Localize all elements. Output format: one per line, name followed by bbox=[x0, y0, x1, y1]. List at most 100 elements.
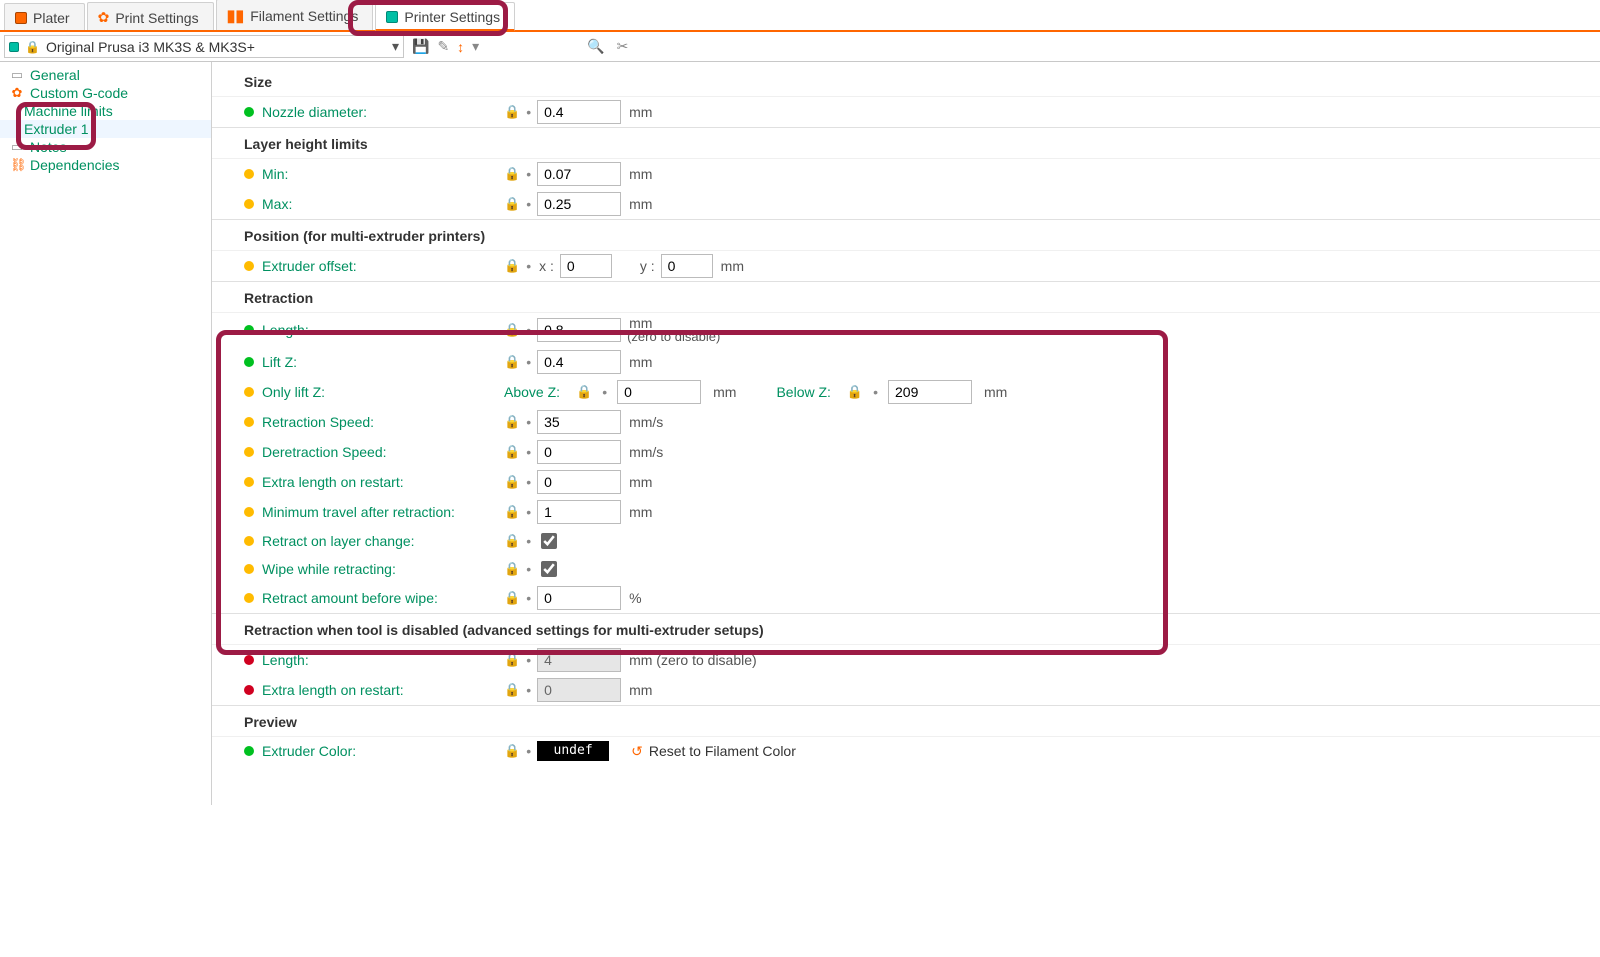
status-dot bbox=[244, 507, 254, 517]
reset-dot[interactable]: • bbox=[526, 682, 531, 698]
compare-preset-icon[interactable]: ↕ bbox=[457, 39, 464, 55]
group-header-preview: Preview bbox=[212, 705, 1600, 737]
reset-dot[interactable]: • bbox=[526, 166, 531, 182]
reset-dot[interactable]: • bbox=[526, 504, 531, 520]
field-label: Length: bbox=[262, 322, 309, 338]
reset-dot[interactable]: • bbox=[526, 104, 531, 120]
delete-preset-icon[interactable]: ▾ bbox=[472, 38, 479, 55]
row-disabled-length: Length: 🔒 • mm (zero to disable) bbox=[212, 645, 1600, 675]
lock-icon: 🔒 bbox=[25, 40, 40, 54]
row-deretraction-speed: Deretraction Speed: 🔒 • mm/s bbox=[212, 437, 1600, 467]
lock-icon[interactable]: 🔒 bbox=[504, 354, 520, 370]
sidebar-item-general[interactable]: ▭ General bbox=[0, 66, 211, 84]
lock-icon[interactable]: 🔒 bbox=[576, 384, 592, 400]
lock-icon[interactable]: 🔒 bbox=[504, 533, 520, 549]
lift-z-input[interactable] bbox=[537, 350, 621, 374]
status-dot bbox=[244, 477, 254, 487]
reset-dot[interactable]: • bbox=[526, 561, 531, 577]
reset-dot[interactable]: • bbox=[526, 743, 531, 759]
tab-plater[interactable]: Plater bbox=[4, 3, 85, 30]
reset-dot[interactable]: • bbox=[873, 384, 878, 400]
offset-y-input[interactable] bbox=[661, 254, 713, 278]
preset-toolbar: 🔒 Original Prusa i3 MK3S & MK3S+ ▾ 💾 ✎ ↕… bbox=[0, 32, 1600, 62]
status-dot bbox=[244, 261, 254, 271]
field-label: Max: bbox=[262, 196, 292, 212]
lock-icon[interactable]: 🔒 bbox=[504, 444, 520, 460]
sidebar-item-extruder-1[interactable]: Extruder 1 bbox=[0, 120, 211, 138]
search-icon[interactable]: 🔍 bbox=[587, 38, 604, 55]
disabled-length-input bbox=[537, 648, 621, 672]
lock-icon[interactable]: 🔒 bbox=[504, 322, 520, 338]
reset-dot[interactable]: • bbox=[526, 652, 531, 668]
reset-dot[interactable]: • bbox=[526, 444, 531, 460]
field-label: Lift Z: bbox=[262, 354, 297, 370]
lock-icon[interactable]: 🔒 bbox=[504, 474, 520, 490]
notes-icon: ▭ bbox=[10, 139, 24, 155]
deretraction-speed-input[interactable] bbox=[537, 440, 621, 464]
retraction-speed-input[interactable] bbox=[537, 410, 621, 434]
retract-layer-change-checkbox[interactable] bbox=[541, 533, 557, 549]
tab-printer-settings[interactable]: Printer Settings bbox=[375, 2, 515, 31]
settings-icon[interactable]: ✂ bbox=[617, 38, 629, 55]
layer-max-input[interactable] bbox=[537, 192, 621, 216]
retraction-length-input[interactable] bbox=[537, 318, 621, 342]
wipe-retracting-checkbox[interactable] bbox=[541, 561, 557, 577]
sidebar-item-dependencies[interactable]: ⛓ Dependencies bbox=[0, 156, 211, 174]
preset-selector[interactable]: 🔒 Original Prusa i3 MK3S & MK3S+ ▾ bbox=[4, 35, 404, 58]
lock-icon[interactable]: 🔒 bbox=[504, 166, 520, 182]
x-label: x : bbox=[539, 258, 554, 274]
lock-icon[interactable]: 🔒 bbox=[504, 561, 520, 577]
below-z-input[interactable] bbox=[888, 380, 972, 404]
extruder-color-swatch[interactable]: undef bbox=[537, 741, 609, 761]
layer-min-input[interactable] bbox=[537, 162, 621, 186]
field-label: Retract amount before wipe: bbox=[262, 590, 438, 606]
unit-label: mm bbox=[629, 104, 652, 120]
tab-label: Filament Settings bbox=[250, 8, 358, 24]
status-dot bbox=[244, 746, 254, 756]
lock-icon[interactable]: 🔒 bbox=[504, 258, 520, 274]
lock-icon[interactable]: 🔒 bbox=[504, 196, 520, 212]
reset-dot[interactable]: • bbox=[602, 384, 607, 400]
reset-dot[interactable]: • bbox=[526, 474, 531, 490]
row-retract-layer-change: Retract on layer change: 🔒 • bbox=[212, 527, 1600, 555]
tab-print-settings[interactable]: ✿ Print Settings bbox=[87, 2, 214, 30]
lock-icon[interactable]: 🔒 bbox=[504, 104, 520, 120]
row-extruder-offset: Extruder offset: 🔒 • x : y : mm bbox=[212, 251, 1600, 281]
min-travel-input[interactable] bbox=[537, 500, 621, 524]
field-label: Min: bbox=[262, 166, 288, 182]
retract-before-wipe-input[interactable] bbox=[537, 586, 621, 610]
lock-icon[interactable]: 🔒 bbox=[504, 504, 520, 520]
lock-icon[interactable]: 🔒 bbox=[504, 590, 520, 606]
reset-dot[interactable]: • bbox=[526, 258, 531, 274]
nozzle-diameter-input[interactable] bbox=[537, 100, 621, 124]
sidebar-item-label: Custom G-code bbox=[30, 85, 128, 101]
tab-filament-settings[interactable]: ▮▮ Filament Settings bbox=[216, 0, 374, 30]
unit-label: mm bbox=[629, 166, 652, 182]
reset-dot[interactable]: • bbox=[526, 354, 531, 370]
reset-dot[interactable]: • bbox=[526, 590, 531, 606]
reset-dot[interactable]: • bbox=[526, 322, 531, 338]
sidebar-item-machine-limits[interactable]: Machine limits bbox=[0, 102, 211, 120]
status-dot bbox=[244, 199, 254, 209]
save-preset-icon[interactable]: 💾 bbox=[412, 38, 429, 55]
offset-x-input[interactable] bbox=[560, 254, 612, 278]
lock-icon[interactable]: 🔒 bbox=[504, 652, 520, 668]
sidebar-item-notes[interactable]: ▭ Notes bbox=[0, 138, 211, 156]
general-icon: ▭ bbox=[10, 67, 24, 83]
rename-preset-icon[interactable]: ✎ bbox=[437, 38, 449, 55]
lock-icon[interactable]: 🔒 bbox=[504, 414, 520, 430]
reset-dot[interactable]: • bbox=[526, 414, 531, 430]
extra-length-restart-input[interactable] bbox=[537, 470, 621, 494]
status-dot bbox=[244, 564, 254, 574]
above-z-input[interactable] bbox=[617, 380, 701, 404]
reset-dot[interactable]: • bbox=[526, 533, 531, 549]
lock-icon[interactable]: 🔒 bbox=[847, 384, 863, 400]
sidebar-item-custom-gcode[interactable]: ✿ Custom G-code bbox=[0, 84, 211, 102]
unit-label: mm bbox=[713, 384, 736, 400]
reset-dot[interactable]: • bbox=[526, 196, 531, 212]
status-dot bbox=[244, 655, 254, 665]
reset-filament-color-button[interactable]: ↺ Reset to Filament Color bbox=[631, 743, 796, 760]
lock-icon[interactable]: 🔒 bbox=[504, 682, 520, 698]
lock-icon[interactable]: 🔒 bbox=[504, 743, 520, 759]
unit-label: mm bbox=[629, 682, 652, 698]
